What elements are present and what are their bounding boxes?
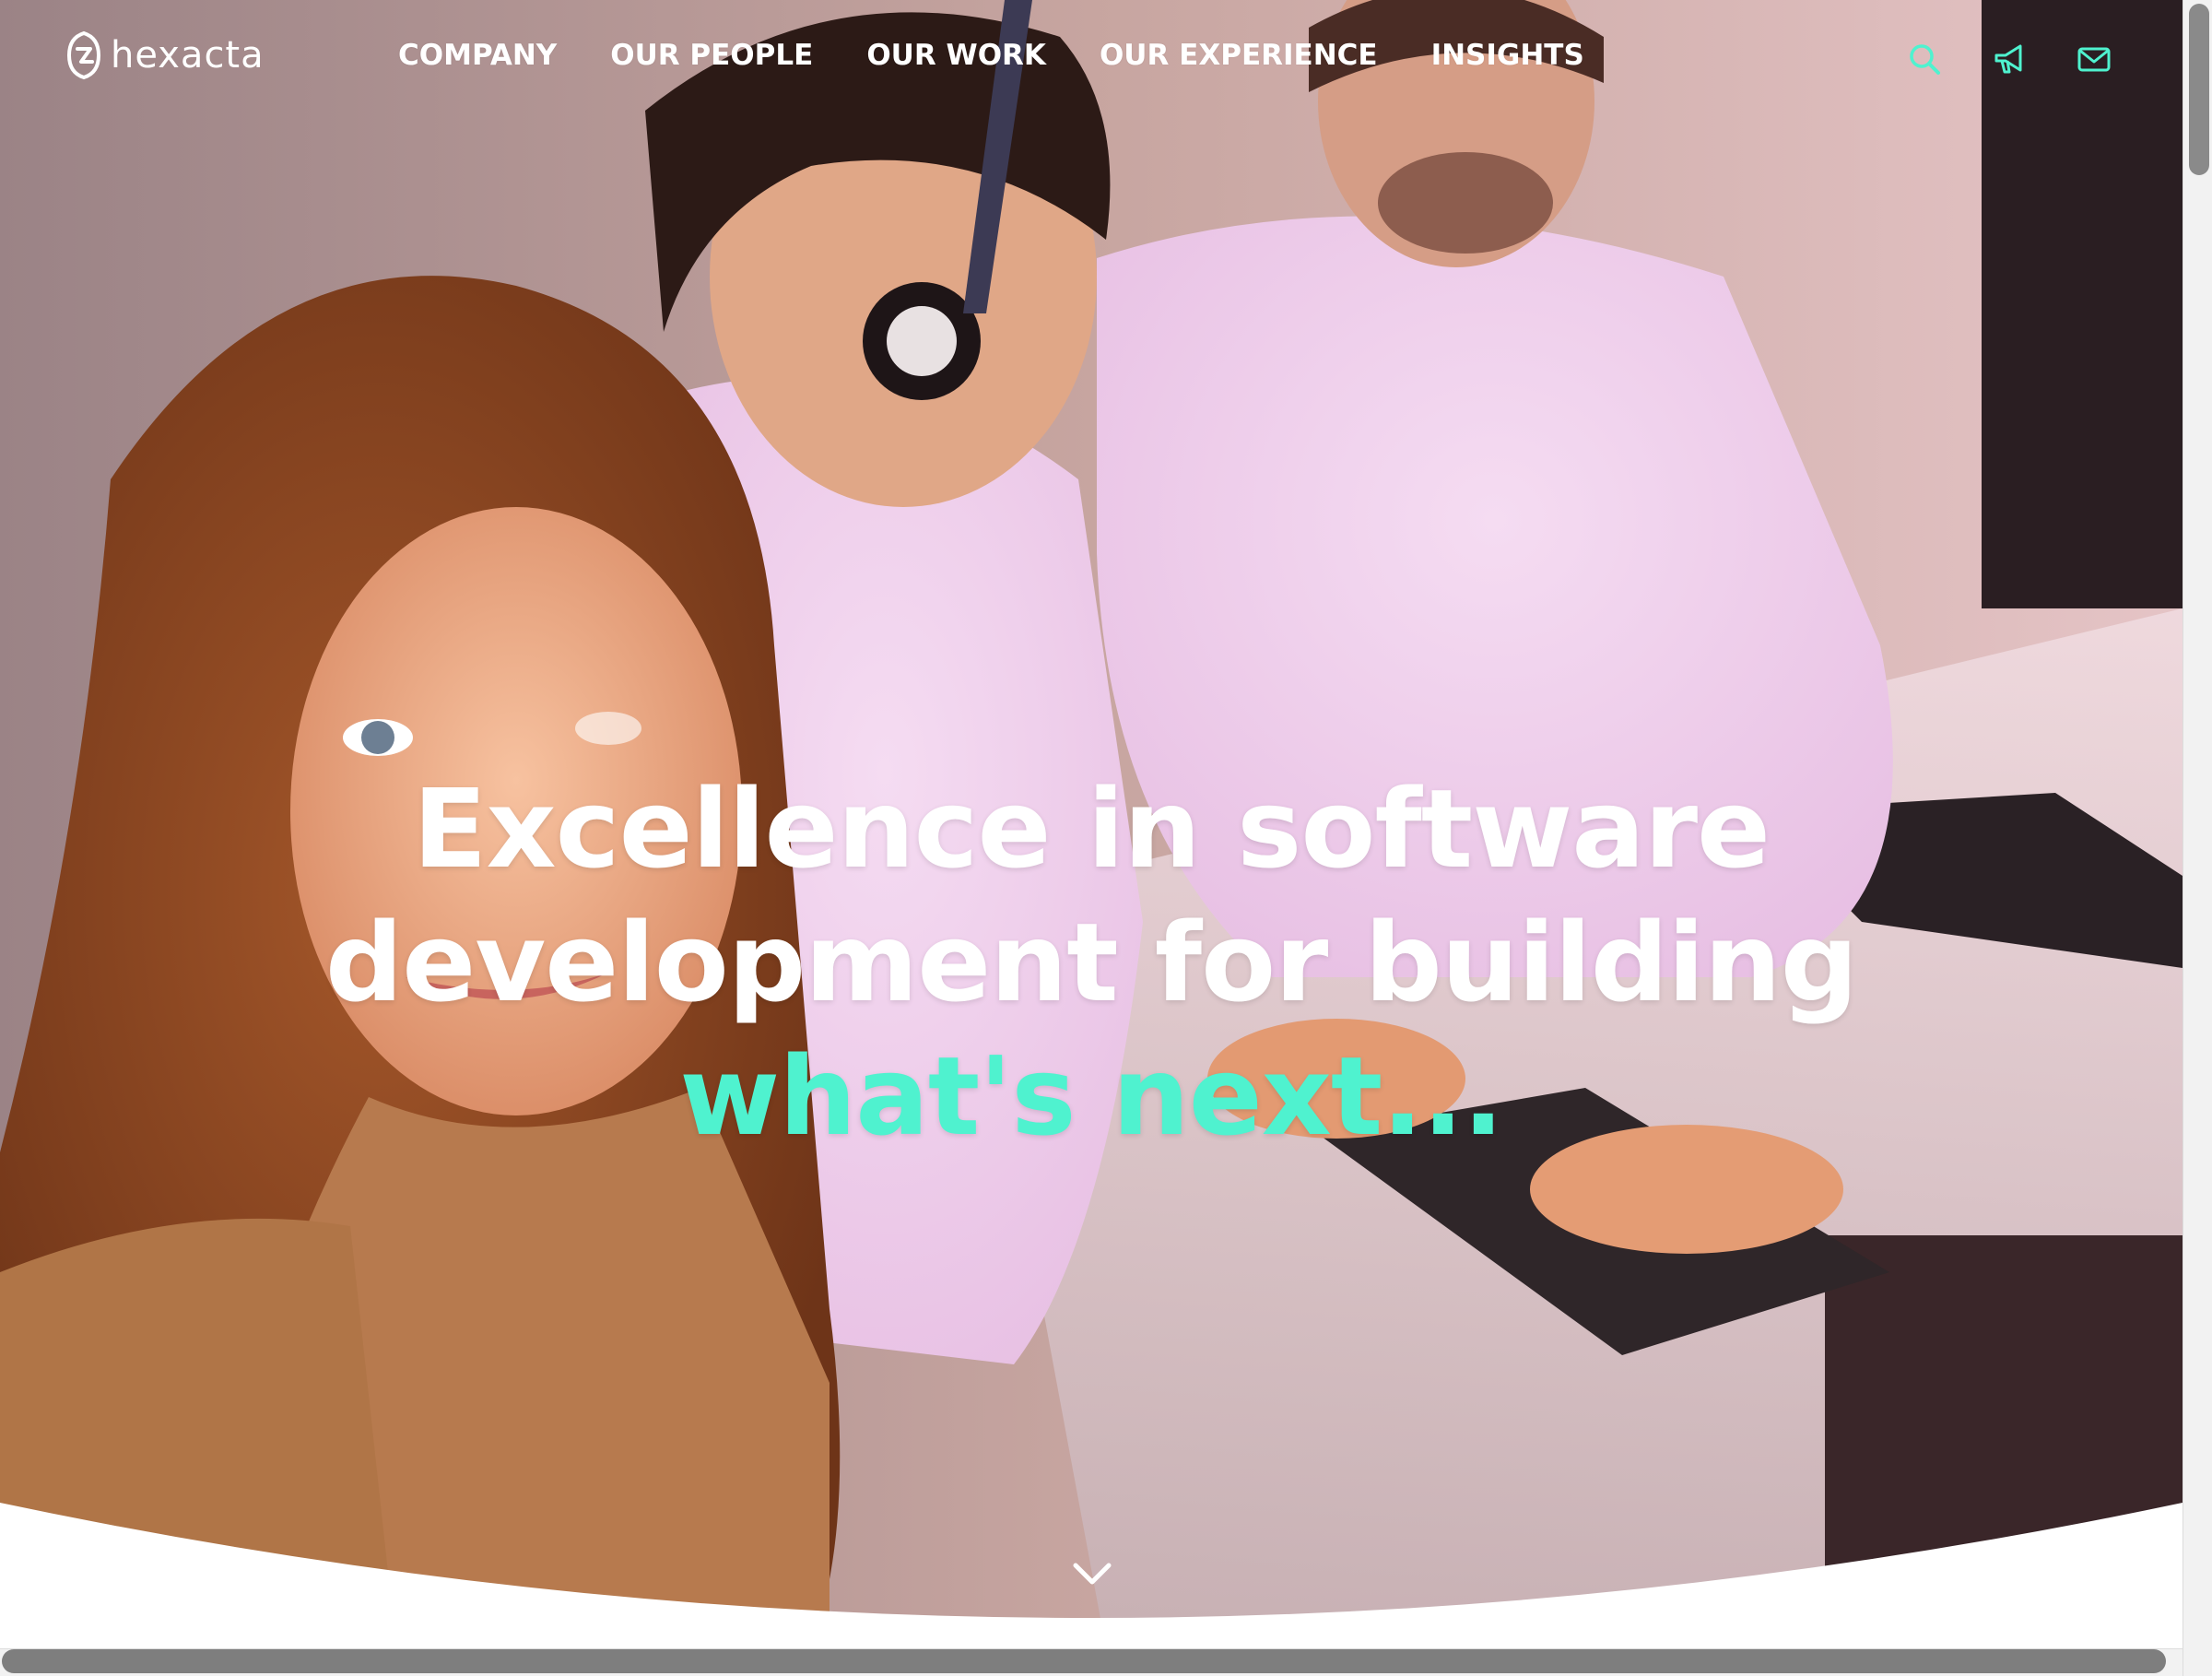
horizontal-scrollbar[interactable] xyxy=(0,1648,2183,1676)
page: hexacta COMPANY OUR PEOPLE OUR WORK OUR … xyxy=(0,0,2212,1676)
browser-viewport: hexacta COMPANY OUR PEOPLE OUR WORK OUR … xyxy=(0,0,2183,1648)
top-navigation: hexacta COMPANY OUR PEOPLE OUR WORK OUR … xyxy=(0,0,2183,120)
chevron-down-icon[interactable] xyxy=(1070,1558,1114,1589)
nav-item-our-people[interactable]: OUR PEOPLE xyxy=(610,39,813,72)
main-menu: COMPANY OUR PEOPLE OUR WORK OUR EXPERIEN… xyxy=(398,39,1638,72)
vertical-scrollbar[interactable] xyxy=(2183,0,2212,1676)
hero-headline: Excellence in software development for b… xyxy=(0,762,2183,1163)
headline-line-2: development for building xyxy=(324,899,1858,1027)
nav-item-our-experience[interactable]: OUR EXPERIENCE xyxy=(1100,39,1378,72)
nav-item-our-work[interactable]: OUR WORK xyxy=(866,39,1046,72)
envelope-icon[interactable] xyxy=(2076,41,2112,77)
logo-wordmark: hexacta xyxy=(111,34,265,77)
headline-accent: what's next... xyxy=(679,1033,1504,1161)
headline-line-1: Excellence in software xyxy=(412,765,1771,893)
nav-item-insights[interactable]: INSIGHTS xyxy=(1431,39,1584,72)
hexacta-logo-icon xyxy=(66,30,101,80)
hexacta-logo[interactable]: hexacta xyxy=(65,28,265,83)
horizontal-scrollbar-thumb[interactable] xyxy=(2,1649,2166,1673)
vertical-scrollbar-thumb[interactable] xyxy=(2189,4,2209,175)
nav-icon-group xyxy=(1906,41,2112,77)
nav-item-company[interactable]: COMPANY xyxy=(398,39,557,72)
megaphone-icon[interactable] xyxy=(1991,41,2028,77)
search-icon[interactable] xyxy=(1906,41,1943,77)
